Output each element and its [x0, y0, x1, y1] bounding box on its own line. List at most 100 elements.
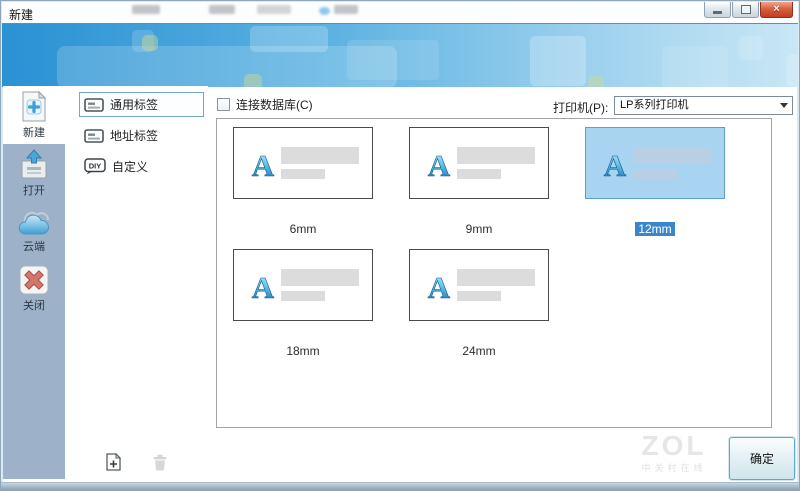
text-placeholder-bar [633, 147, 711, 164]
svg-text:A: A [604, 149, 627, 180]
window-controls: × [703, 2, 793, 18]
minimize-button[interactable] [704, 2, 731, 18]
open-icon [21, 148, 47, 178]
template-row: A 6mm A 9mm A 12mm [233, 127, 771, 238]
template-card-6mm: A 6mm [233, 127, 373, 238]
text-placeholder-bar [457, 269, 535, 286]
window-title: 新建 [9, 8, 34, 22]
printer-label: 打印机(P): [553, 101, 609, 115]
close-button[interactable]: × [760, 2, 793, 18]
template-card[interactable]: A [409, 249, 549, 321]
titlebar-artifact [257, 5, 291, 14]
sidebar-item-label: 打开 [23, 184, 45, 197]
category-item-address[interactable]: 地址标签 [79, 123, 204, 148]
sidebar-item-close[interactable]: 关闭 [3, 260, 65, 318]
diy-icon: DIY [84, 158, 106, 175]
text-placeholder-bar [281, 147, 359, 164]
text-placeholder-bar [281, 291, 325, 301]
watermark-subtitle: 中关村在线 [641, 463, 707, 473]
checkbox-icon [217, 98, 230, 111]
template-card[interactable]: A [409, 127, 549, 199]
svg-text:A: A [252, 271, 275, 302]
banner-decoration [787, 54, 798, 87]
template-size-label: 18mm [286, 344, 320, 358]
minimize-icon [713, 10, 722, 14]
sidebar-item-label: 关闭 [23, 300, 45, 312]
template-row: A 18mm A 24mm [233, 249, 771, 360]
template-card-24mm: A 24mm [409, 249, 549, 360]
printer-selected-value: LP系列打印机 [620, 99, 689, 111]
new-label-dialog: 新建 × 新建 打开 云端 关闭 通用标签 地址标签 DIY 自定义 连接数据库… [0, 0, 800, 491]
label-icon [84, 128, 104, 143]
sidebar: 新建 打开 云端 关闭 [3, 86, 65, 479]
text-placeholder-bar [281, 169, 325, 179]
new-document-icon [22, 90, 47, 121]
category-panel: 通用标签 地址标签 DIY 自定义 [65, 86, 208, 479]
brand-a-icon: A [252, 149, 276, 180]
titlebar-artifact [209, 5, 235, 14]
database-checkbox[interactable]: 连接数据库(C) [217, 96, 313, 113]
banner-decoration [244, 74, 262, 87]
template-card-18mm: A 18mm [233, 249, 373, 360]
category-item-custom[interactable]: DIY 自定义 [79, 154, 204, 179]
banner-decoration [57, 46, 397, 87]
sidebar-item-new[interactable]: 新建 [3, 86, 65, 144]
maximize-button[interactable] [732, 2, 759, 18]
banner-decoration [250, 26, 328, 52]
category-item-label: 地址标签 [110, 129, 159, 143]
template-size-label: 9mm [465, 222, 493, 236]
text-placeholder-bar [633, 169, 677, 179]
category-item-label: 自定义 [112, 160, 149, 174]
banner-decoration [530, 36, 586, 86]
template-size-label: 12mm [635, 222, 675, 236]
close-icon: × [773, 3, 780, 15]
template-card-9mm: A 9mm [409, 127, 549, 238]
watermark: ZOL 中关村在线 [629, 432, 719, 474]
template-size-label: 6mm [289, 222, 317, 236]
banner-decoration [662, 46, 728, 87]
chevron-down-icon [776, 103, 792, 108]
category-item-label: 通用标签 [110, 98, 159, 112]
template-card[interactable]: A [233, 127, 373, 199]
sidebar-item-label: 新建 [23, 126, 45, 139]
titlebar-artifact [334, 5, 358, 14]
svg-text:DIY: DIY [89, 162, 102, 171]
banner-decoration [347, 40, 439, 80]
label-icon [84, 97, 104, 112]
sidebar-item-open[interactable]: 打开 [3, 144, 65, 202]
database-checkbox-label: 连接数据库(C) [236, 98, 313, 112]
text-placeholder-bar [457, 291, 501, 301]
template-card-selected[interactable]: A [585, 127, 725, 199]
category-item-general[interactable]: 通用标签 [79, 92, 204, 117]
svg-text:A: A [252, 149, 275, 180]
ok-button[interactable]: 确定 [729, 437, 795, 480]
svg-text:A: A [428, 149, 451, 180]
banner-decoration [142, 35, 158, 51]
brand-a-icon: A [428, 149, 452, 180]
template-size-label: 24mm [462, 344, 496, 358]
template-card-12mm: A 12mm [585, 127, 725, 238]
banner-decoration [588, 76, 604, 87]
text-placeholder-bar [281, 269, 359, 286]
titlebar-artifact [319, 7, 330, 15]
window-bottom-frame [1, 482, 799, 490]
sidebar-item-label: 云端 [23, 240, 45, 253]
text-placeholder-bar [457, 169, 501, 179]
titlebar-artifact [132, 5, 160, 14]
text-placeholder-bar [457, 147, 535, 164]
add-template-button[interactable] [105, 453, 122, 471]
template-grid: A 6mm A 9mm A 12mm A 18mm A 24mm [216, 118, 772, 428]
brand-a-icon: A [604, 149, 628, 180]
sidebar-item-cloud[interactable]: 云端 [3, 202, 65, 260]
cloud-icon [18, 211, 49, 234]
maximize-icon [740, 5, 751, 14]
delete-template-button[interactable] [152, 454, 168, 471]
template-card[interactable]: A [233, 249, 373, 321]
close-app-icon [19, 265, 49, 295]
banner-decoration [739, 36, 763, 60]
printer-select[interactable]: LP系列打印机 [614, 96, 793, 115]
watermark-title: ZOL [641, 430, 707, 461]
header-banner [2, 23, 798, 87]
svg-text:A: A [428, 271, 451, 302]
titlebar: 新建 × [2, 2, 798, 23]
